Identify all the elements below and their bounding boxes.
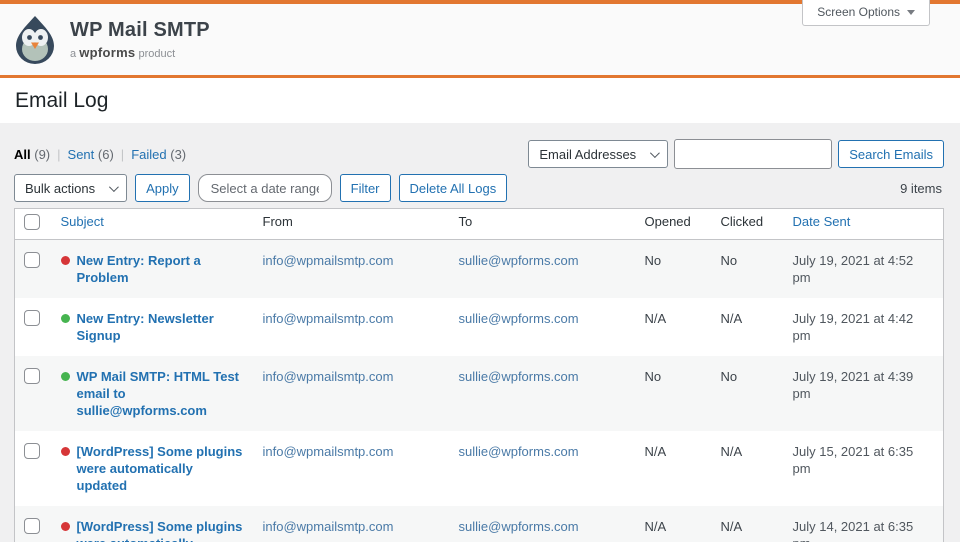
filter-button[interactable]: Filter [340, 174, 391, 202]
chevron-down-icon [907, 10, 915, 15]
delete-all-logs-button[interactable]: Delete All Logs [399, 174, 508, 202]
to-email: sullie@wpforms.com [459, 253, 579, 268]
chevron-down-icon [650, 148, 660, 158]
to-email: sullie@wpforms.com [459, 369, 579, 384]
email-log-content: All (9) | Sent (6) | Failed (3) Email Addres… [0, 139, 960, 542]
from-email: info@wpmailsmtp.com [263, 311, 394, 326]
status-dot [61, 314, 70, 323]
subject-link[interactable]: [WordPress] Some plugins were automatica… [77, 518, 243, 542]
column-header-clicked: Clicked [711, 209, 783, 240]
column-header-subject[interactable]: Subject [51, 209, 253, 240]
table-row: New Entry: Newsletter Signup info@wpmail… [15, 298, 944, 356]
clicked-value: No [711, 240, 783, 299]
column-header-opened: Opened [635, 209, 711, 240]
page-title: Email Log [15, 89, 108, 113]
separator: | [57, 147, 60, 162]
search-input[interactable] [674, 139, 832, 169]
chevron-down-icon [109, 182, 119, 192]
row-checkbox[interactable] [24, 518, 40, 534]
email-log-table: Subject From To Opened Clicked Date Sent… [14, 208, 944, 542]
items-count: 9 items [900, 181, 944, 196]
from-email: info@wpmailsmtp.com [263, 369, 394, 384]
tagline-suffix: product [139, 48, 176, 60]
row-checkbox[interactable] [24, 310, 40, 326]
filters-and-search-row: All (9) | Sent (6) | Failed (3) Email Addres… [14, 139, 944, 169]
email-log-rows: New Entry: Report a Problem info@wpmails… [15, 240, 944, 542]
opened-value: N/A [635, 298, 711, 356]
email-log-table-wrap: Subject From To Opened Clicked Date Sent… [14, 208, 944, 542]
subject-link[interactable]: New Entry: Newsletter Signup [77, 310, 243, 344]
row-checkbox[interactable] [24, 252, 40, 268]
row-checkbox[interactable] [24, 368, 40, 384]
screen-options-label: Screen Options [817, 5, 900, 19]
opened-value: N/A [635, 506, 711, 542]
status-dot [61, 522, 70, 531]
subject-link[interactable]: New Entry: Report a Problem [77, 252, 243, 286]
table-row: New Entry: Report a Problem info@wpmails… [15, 240, 944, 299]
status-dot [61, 372, 70, 381]
subject-link[interactable]: WP Mail SMTP: HTML Test email to sullie@… [77, 368, 243, 419]
date-sent-value: July 19, 2021 at 4:42 pm [783, 298, 944, 356]
brand-text-block: WP Mail SMTP a wpforms product [70, 19, 210, 60]
column-header-to: To [449, 209, 635, 240]
page-title-bar: Email Log [0, 78, 960, 123]
to-email: sullie@wpforms.com [459, 444, 579, 459]
app-title: WP Mail SMTP [70, 19, 210, 42]
view-filter-links: All (9) | Sent (6) | Failed (3) [14, 147, 186, 162]
from-email: info@wpmailsmtp.com [263, 253, 394, 268]
table-row: [WordPress] Some plugins were automatica… [15, 506, 944, 542]
table-row: WP Mail SMTP: HTML Test email to sullie@… [15, 356, 944, 431]
brand-tagline: a wpforms product [70, 45, 210, 60]
bulk-actions-selected-option: Bulk actions [25, 181, 95, 196]
view-filter-all[interactable]: All (9) [14, 147, 50, 162]
separator: | [121, 147, 124, 162]
search-emails-button[interactable]: Search Emails [838, 140, 944, 168]
subject-link[interactable]: [WordPress] Some plugins were automatica… [77, 443, 243, 494]
from-email: info@wpmailsmtp.com [263, 444, 394, 459]
column-header-date-sent[interactable]: Date Sent [783, 209, 944, 240]
date-sent-value: July 14, 2021 at 6:35 pm [783, 506, 944, 542]
actions-group: Bulk actions Apply Filter Delete All Log… [14, 174, 507, 202]
screen-options-button[interactable]: Screen Options [802, 0, 930, 26]
row-checkbox[interactable] [24, 443, 40, 459]
table-row: [WordPress] Some plugins were automatica… [15, 431, 944, 506]
apply-button[interactable]: Apply [135, 174, 190, 202]
select-all-checkbox[interactable] [24, 214, 40, 230]
search-field-selected-option: Email Addresses [539, 147, 636, 162]
clicked-value: N/A [711, 298, 783, 356]
view-filter-failed[interactable]: Failed (3) [131, 147, 186, 162]
clicked-value: No [711, 356, 783, 431]
date-sent-value: July 19, 2021 at 4:52 pm [783, 240, 944, 299]
opened-value: N/A [635, 431, 711, 506]
date-sent-value: July 15, 2021 at 6:35 pm [783, 431, 944, 506]
table-header: Subject From To Opened Clicked Date Sent [15, 209, 944, 240]
clicked-value: N/A [711, 506, 783, 542]
to-email: sullie@wpforms.com [459, 519, 579, 534]
opened-value: No [635, 356, 711, 431]
from-email: info@wpmailsmtp.com [263, 519, 394, 534]
search-group: Email Addresses Search Emails [528, 139, 944, 169]
date-range-input[interactable] [198, 174, 332, 202]
wp-mail-smtp-pigeon-logo-icon [12, 15, 58, 65]
view-filter-sent[interactable]: Sent (6) [68, 147, 114, 162]
search-field-select[interactable]: Email Addresses [528, 140, 668, 168]
to-email: sullie@wpforms.com [459, 311, 579, 326]
status-dot [61, 447, 70, 456]
opened-value: No [635, 240, 711, 299]
clicked-value: N/A [711, 431, 783, 506]
column-header-from: From [253, 209, 449, 240]
tagline-prefix: a [70, 48, 76, 60]
date-sent-value: July 19, 2021 at 4:39 pm [783, 356, 944, 431]
bulk-actions-row: Bulk actions Apply Filter Delete All Log… [14, 174, 944, 202]
status-dot [61, 256, 70, 265]
wpforms-wordmark: wpforms [79, 45, 135, 60]
bulk-actions-select[interactable]: Bulk actions [14, 174, 127, 202]
